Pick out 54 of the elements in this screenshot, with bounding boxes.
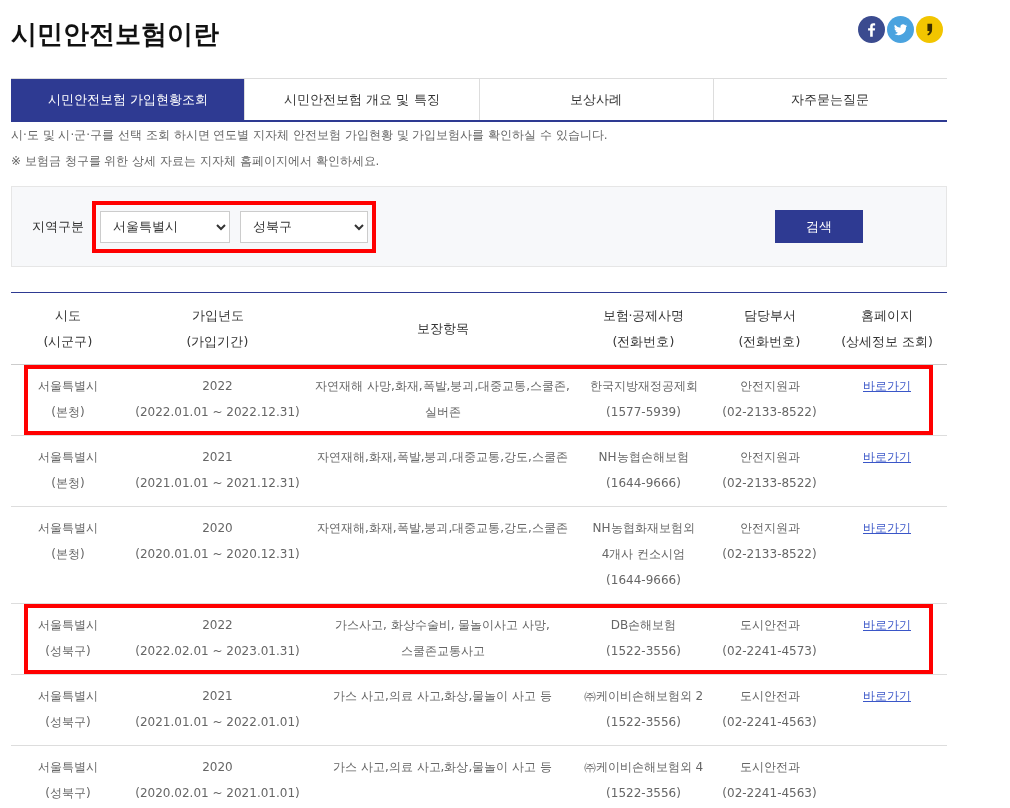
table-cell-text: 2022 (2022.01.01 ~ 2022.12.31): [134, 378, 301, 421]
link[interactable]: 바로가기: [863, 450, 911, 464]
search-button[interactable]: 검색: [775, 210, 863, 243]
table-cell-text: 가스 사고,의료 사고,화상,물놀이 사고 등: [332, 759, 553, 776]
page-title: 시민안전보험이란: [11, 17, 219, 51]
table-cell-text: NH농협화재보험외 4개사 컨소시엄 (1644-9666): [591, 520, 696, 589]
region-label: 지역구분: [32, 217, 84, 236]
table-cell-text: 도시안전과 (02-2241-4573): [721, 617, 818, 660]
tab[interactable]: 보상사례: [479, 79, 714, 120]
column-header: 시도 (시군구): [42, 306, 94, 351]
tab[interactable]: 시민안전보험 개요 및 특징: [245, 79, 480, 120]
speech-icon[interactable]: [916, 15, 943, 43]
table-cell-text: 안전지원과 (02-2133-8522): [721, 520, 818, 563]
table-cell-text: 자연재해,화재,폭발,붕괴,대중교통,강도,스쿨존: [316, 520, 569, 537]
table-cell-text: 서울특별시 (본청): [37, 378, 99, 421]
link[interactable]: 바로가기: [863, 379, 911, 393]
tab[interactable]: 시민안전보험 가입현황조회: [11, 79, 246, 120]
table-cell-text: 가스사고, 화상수술비, 물놀이사고 사망, 스쿨존교통사고: [334, 617, 551, 660]
table-cell-text: 서울특별시 (본청): [37, 520, 99, 563]
facebook-icon[interactable]: [858, 15, 885, 43]
tab[interactable]: 자주묻는질문: [713, 79, 947, 120]
table-cell-text: 2021 (2021.01.01 ~ 2021.12.31): [134, 449, 301, 492]
note-text: 시·도 및 시·군·구를 선택 조회 하시면 연도별 지자체 안전보험 가입현황 및 가입보험사를 확인하실 수 있습니다.: [11, 127, 609, 144]
table-cell-text: NH농협손해보험 (1644-9666): [597, 449, 690, 492]
table-cell-text: 도시안전과 (02-2241-4563): [721, 759, 818, 802]
column-header: 가입년도 (가입기간): [185, 306, 250, 351]
column-header: 담당부서 (전화번호): [737, 306, 802, 351]
table-cell-text: 자연재해,화재,폭발,붕괴,대중교통,강도,스쿨존: [316, 449, 569, 466]
table-cell-text: 자연재해 사망,화재,폭발,붕괴,대중교통,스쿨존, 실버존: [314, 378, 571, 421]
column-header: 보장항목: [415, 319, 470, 338]
table-cell-text: 안전지원과 (02-2133-8522): [721, 378, 818, 421]
table-cell-text: 안전지원과 (02-2133-8522): [721, 449, 818, 492]
link[interactable]: 바로가기: [863, 689, 911, 703]
column-header: 보험·공제사명 (전화번호): [601, 306, 686, 351]
province-select[interactable]: 서울특별시: [100, 210, 230, 243]
table-cell-text: 2021 (2021.01.01 ~ 2022.01.01): [134, 688, 301, 731]
table-cell-text: 도시안전과 (02-2241-4563): [721, 688, 818, 731]
table-cell-text: 가스 사고,의료 사고,화상,물놀이 사고 등: [332, 688, 553, 705]
table-cell-text: 2022 (2022.02.01 ~ 2023.01.31): [134, 617, 301, 660]
link[interactable]: 바로가기: [863, 618, 911, 632]
table-cell-text: ㈜케이비손해보험외 4 (1522-3556): [582, 759, 705, 802]
table-cell-text: 서울특별시 (성북구): [37, 688, 99, 731]
table-cell-text: 서울특별시 (성북구): [37, 617, 99, 660]
column-header: 홈페이지 (상세정보 조회): [840, 306, 934, 351]
table-cell-text: 2020 (2020.02.01 ~ 2021.01.01): [134, 759, 301, 802]
table-cell-text: 한국지방재정공제회 (1577-5939): [588, 378, 699, 421]
link[interactable]: 바로가기: [863, 521, 911, 535]
table-cell-text: ㈜케이비손해보험외 2 (1522-3556): [582, 688, 705, 731]
table-cell-text: 서울특별시 (성북구): [37, 759, 99, 802]
table-cell-text: DB손해보험 (1522-3556): [605, 617, 682, 660]
district-select[interactable]: 성북구: [240, 210, 368, 243]
table-cell-text: 2020 (2020.01.01 ~ 2020.12.31): [134, 520, 301, 563]
table-cell-text: 서울특별시 (본청): [37, 449, 99, 492]
note-text: ※ 보험금 청구를 위한 상세 자료는 지자체 홈페이지에서 확인하세요.: [11, 153, 381, 170]
